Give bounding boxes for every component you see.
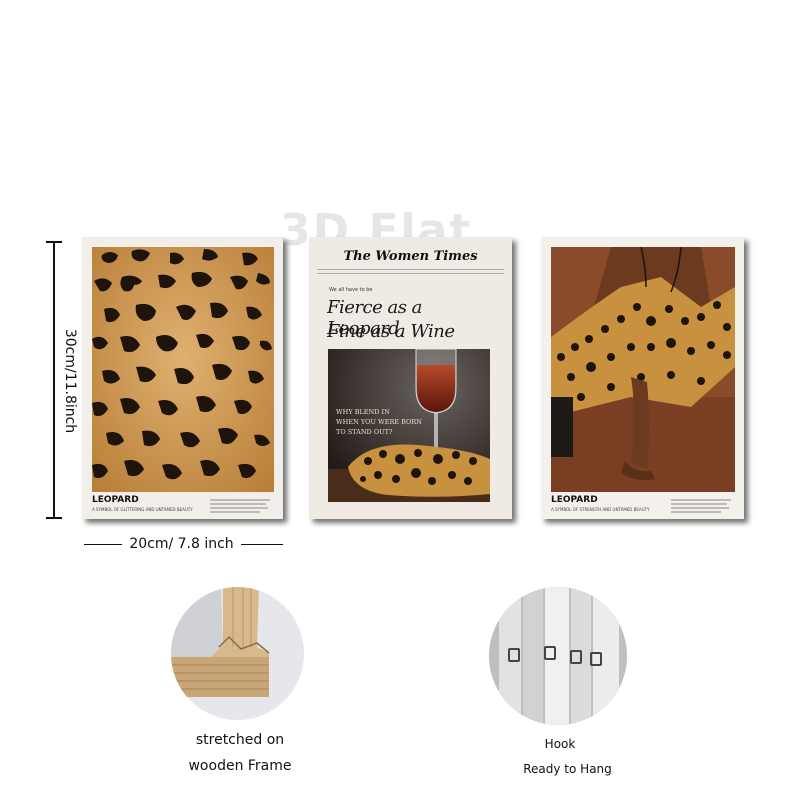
masthead-rule-top	[317, 269, 504, 270]
height-dimension-label-wrap: 30cm/11.8inch	[56, 306, 78, 456]
poster-leopard-fashion: LEOPARD A SYMBOL OF STRENGTH AND UNTAMED…	[541, 237, 744, 519]
poster1-subtitle: A SYMBOL OF GLITTERING AND UNTAMED BEAUT…	[92, 507, 193, 512]
leopard-fur-image	[92, 247, 274, 492]
width-dimension-line-right	[241, 544, 283, 545]
height-dimension-line	[53, 241, 55, 519]
photo-quote-line-3: TO STAND OUT?	[336, 428, 393, 436]
frame-caption-line-2: wooden Frame	[188, 758, 292, 774]
height-dimension-cap-bottom	[46, 517, 62, 519]
hook-svg	[489, 587, 627, 725]
wooden-frame-svg	[171, 587, 304, 720]
hook-caption-line-1: Hook	[544, 737, 576, 751]
poster-leopard-print: LEOPARD A SYMBOL OF GLITTERING AND UNTAM…	[82, 237, 283, 519]
width-dimension-line-left	[84, 544, 122, 545]
poster1-fine-print	[210, 499, 270, 513]
wooden-frame-photo	[171, 587, 304, 720]
hook-photo	[489, 587, 627, 725]
height-dimension-cap-top	[46, 241, 62, 243]
poster1-title: LEOPARD	[92, 495, 139, 505]
fashion-photo	[551, 247, 735, 492]
fashion-svg	[551, 247, 735, 492]
poster3-fine-print	[671, 499, 731, 513]
newspaper-kicker: We all have to be	[329, 287, 373, 293]
masthead-rule-bottom	[317, 273, 504, 274]
headline-line-2: Fine as a Wine	[327, 321, 455, 342]
photo-quote: WHY BLEND IN WHEN YOU WERE BORN TO STAND…	[336, 407, 422, 437]
newspaper-masthead: The Women Times	[343, 249, 478, 264]
hook-caption-line-2: Ready to Hang	[523, 762, 612, 776]
width-dimension-label: 20cm/ 7.8 inch	[129, 536, 234, 552]
poster3-subtitle: A SYMBOL OF STRENGTH AND UNTAMED BEAUTY	[551, 507, 650, 512]
photo-quote-line-2: WHEN YOU WERE BORN	[336, 418, 422, 426]
poster-women-times: The Women Times We all have to be Fierce…	[309, 237, 512, 519]
poster3-title: LEOPARD	[551, 495, 598, 505]
leopard-fur-svg	[92, 247, 274, 492]
photo-quote-line-1: WHY BLEND IN	[336, 408, 390, 416]
frame-caption-line-1: stretched on	[195, 732, 285, 748]
height-dimension-label: 30cm/11.8inch	[56, 306, 78, 456]
wine-leopard-photo: WHY BLEND IN WHEN YOU WERE BORN TO STAND…	[328, 349, 490, 502]
